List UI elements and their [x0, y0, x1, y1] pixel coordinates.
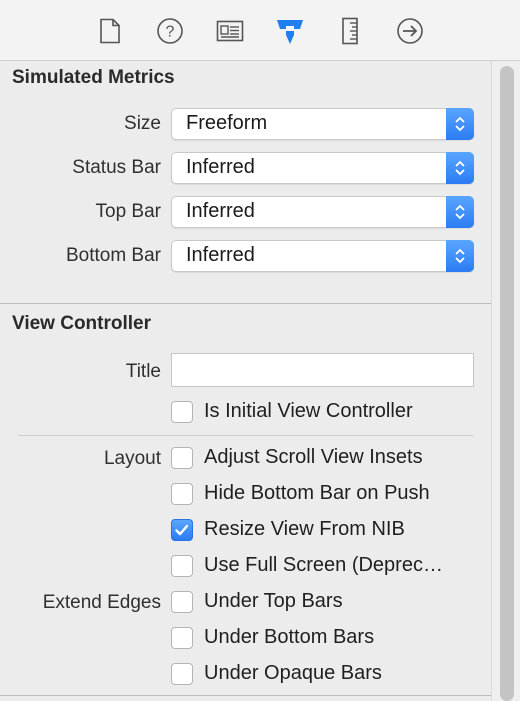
bottom-bar-popup[interactable]: Inferred: [171, 240, 474, 272]
under-bottom-bars-checkbox[interactable]: [171, 627, 193, 649]
adjust-scroll-view-insets-checkbox[interactable]: [171, 447, 193, 469]
resize-view-from-nib-checkbox[interactable]: [171, 519, 193, 541]
connections-inspector-icon[interactable]: [393, 14, 427, 48]
section-divider: [0, 695, 491, 696]
bottom-bar-label: Bottom Bar: [65, 245, 161, 266]
top-bar-label: Top Bar: [95, 201, 161, 222]
hide-bottom-bar-checkbox[interactable]: [171, 483, 193, 505]
top-bar-value: Inferred: [186, 200, 255, 222]
updown-arrows-icon: [446, 240, 474, 272]
status-bar-value: Inferred: [186, 156, 255, 178]
title-field[interactable]: [171, 353, 474, 387]
updown-arrows-icon: [446, 196, 474, 228]
under-opaque-bars-checkbox[interactable]: [171, 663, 193, 685]
svg-text:?: ?: [166, 24, 175, 41]
layout-label: Layout: [103, 448, 161, 469]
status-bar-label: Status Bar: [72, 157, 161, 178]
updown-arrows-icon: [446, 152, 474, 184]
quick-help-icon[interactable]: ?: [153, 14, 187, 48]
section-divider: [0, 303, 491, 304]
identity-inspector-icon[interactable]: [213, 14, 247, 48]
under-opaque-bars-label: Under Opaque Bars: [204, 662, 382, 684]
initial-view-controller-checkbox[interactable]: [171, 401, 193, 423]
top-bar-popup[interactable]: Inferred: [171, 196, 474, 228]
file-inspector-icon[interactable]: [93, 14, 127, 48]
status-bar-popup[interactable]: Inferred: [171, 152, 474, 184]
under-bottom-bars-label: Under Bottom Bars: [204, 626, 375, 648]
resize-view-from-nib-label: Resize View From NIB: [204, 518, 405, 540]
bottom-bar-value: Inferred: [186, 244, 255, 266]
initial-view-controller-label: Is Initial View Controller: [204, 400, 413, 422]
under-top-bars-checkbox[interactable]: [171, 591, 193, 613]
inspector-toolbar: ?: [0, 0, 520, 61]
size-value: Freeform: [186, 112, 268, 134]
simulated-metrics-title: Simulated Metrics: [12, 67, 175, 88]
row-divider: [18, 435, 474, 436]
size-inspector-icon[interactable]: [333, 14, 367, 48]
checkmark-icon: [175, 524, 189, 536]
adjust-scroll-view-insets-label: Adjust Scroll View Insets: [204, 446, 423, 468]
use-full-screen-checkbox[interactable]: [171, 555, 193, 577]
size-popup[interactable]: Freeform: [171, 108, 474, 140]
vertical-scrollbar[interactable]: [491, 61, 520, 701]
inspector-content: Simulated Metrics Size Freeform Status B…: [0, 61, 491, 700]
title-label: Title: [125, 361, 161, 382]
scrollbar-thumb[interactable]: [500, 66, 514, 701]
under-top-bars-label: Under Top Bars: [204, 590, 343, 612]
hide-bottom-bar-label: Hide Bottom Bar on Push: [204, 482, 430, 504]
attributes-inspector-icon[interactable]: [273, 14, 307, 48]
extend-edges-label: Extend Edges: [42, 592, 161, 613]
use-full-screen-label: Use Full Screen (Deprec…: [204, 554, 443, 576]
view-controller-title: View Controller: [12, 313, 152, 334]
size-label: Size: [124, 113, 161, 134]
updown-arrows-icon: [446, 108, 474, 140]
